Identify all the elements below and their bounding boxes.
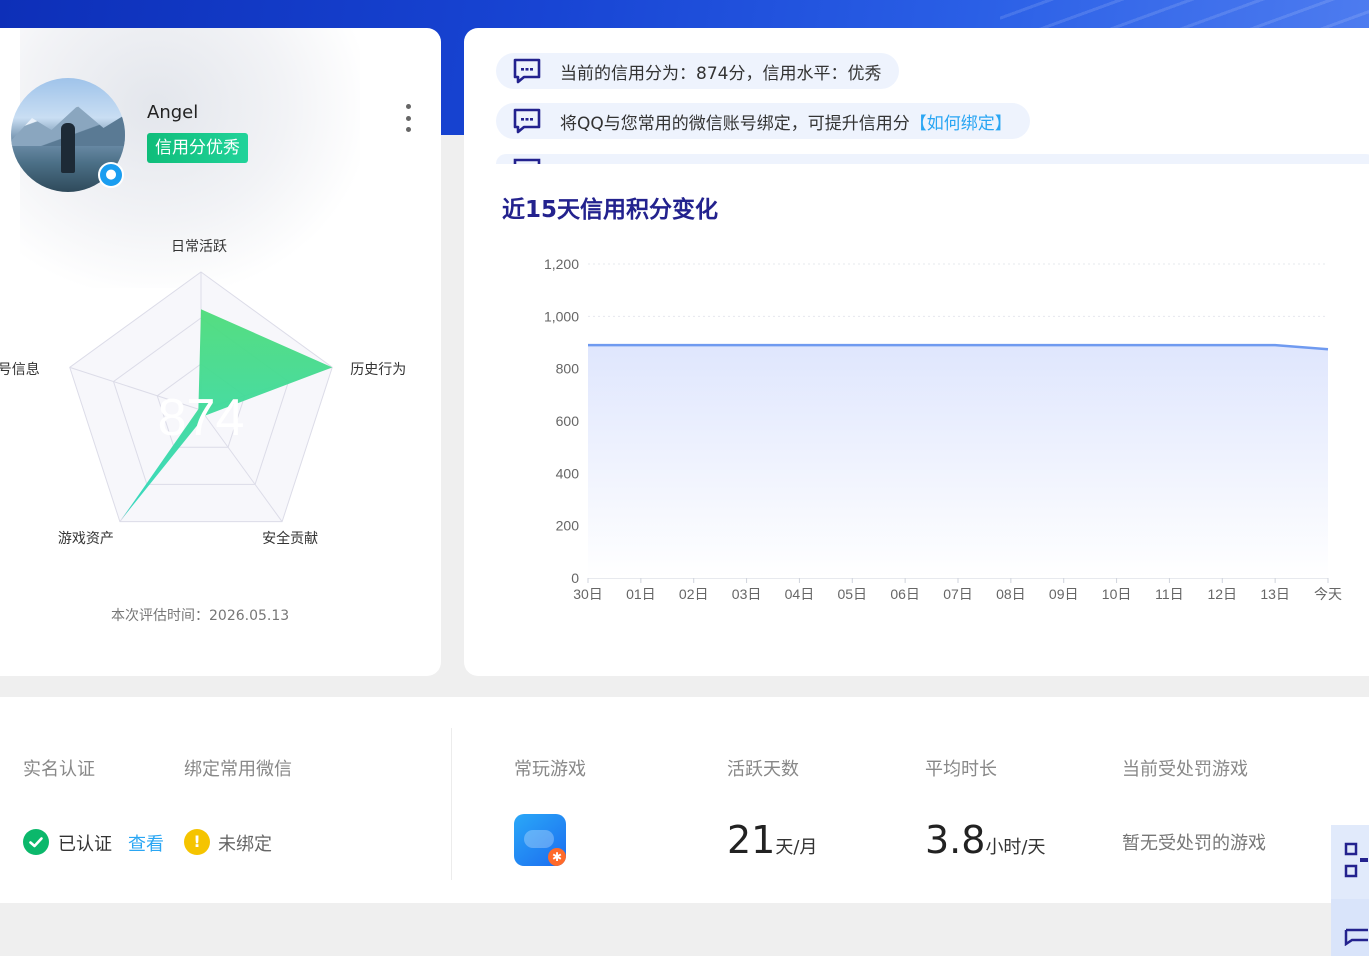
radar-label-security-contribution: 安全贡献 <box>262 530 319 547</box>
x-tick-label: 03日 <box>732 586 762 602</box>
x-tick-label: 06日 <box>890 586 920 602</box>
tip-current-score-text: 当前的信用分为：874分，信用水平：优秀 <box>560 63 882 84</box>
x-tick-label: 01日 <box>626 586 656 602</box>
x-tick-label: 11日 <box>1155 586 1184 602</box>
x-tick-label: 今天 <box>1314 586 1342 602</box>
tip-current-score: 当前的信用分为：874分，信用水平：优秀 <box>496 53 900 89</box>
x-tick-label: 10日 <box>1102 586 1132 602</box>
x-tick-label: 30日 <box>573 586 603 602</box>
avg-duration-value: 3.8小时/天 <box>925 818 1046 862</box>
active-days-value: 21天/月 <box>727 818 817 862</box>
radar-label-account-info: 账号信息 <box>0 362 40 379</box>
how-to-bind-link[interactable]: 【如何绑定】 <box>910 109 1012 134</box>
qr-code-button[interactable] <box>1331 825 1369 899</box>
warning-icon: ! <box>184 829 210 855</box>
y-tick-label: 400 <box>556 465 580 481</box>
credit-radar-chart: 874 日常活跃 历史行为 安全贡献 游戏资产 账号信息 <box>0 203 421 583</box>
message-icon <box>513 158 541 164</box>
tip-clipped <box>496 154 1369 164</box>
x-tick-label: 12日 <box>1207 586 1237 602</box>
game-app-icon[interactable]: ✱ <box>514 814 566 866</box>
panel-divider <box>451 728 452 880</box>
profile-card: ● Angel 信用分优秀 874 日常活跃 历史行为 安全贡献 游戏资产 账号… <box>0 28 441 676</box>
credit-trend-chart: 0 200 400 600 800 1,000 1,200 30日 01日 02日 03日 04日 0… <box>544 256 1342 602</box>
avg-duration-unit: 小时/天 <box>985 837 1046 858</box>
punished-games-label: 当前受处罚游戏 <box>1122 759 1248 780</box>
help-button[interactable] <box>1331 899 1369 956</box>
qq-penguin-icon: ● <box>98 162 124 188</box>
help-chat-icon <box>1344 928 1368 946</box>
x-tick-label: 02日 <box>679 586 709 602</box>
frequent-games-label: 常玩游戏 <box>514 759 586 780</box>
x-tick-label: 07日 <box>943 586 973 602</box>
wechat-label: 绑定常用微信 <box>184 759 292 780</box>
wechat-status: 未绑定 <box>218 834 272 855</box>
active-days-number: 21 <box>727 818 776 862</box>
chart-title: 近15天信用积分变化 <box>502 197 719 223</box>
realname-label: 实名认证 <box>23 759 95 780</box>
y-tick-label: 1,200 <box>544 256 579 272</box>
y-tick-label: 1,000 <box>544 308 579 324</box>
message-icon <box>513 58 541 84</box>
check-circle-icon <box>23 829 49 855</box>
more-options-icon[interactable] <box>400 104 416 132</box>
account-summary-panel <box>0 697 1369 903</box>
view-realname-link[interactable]: 查看 <box>128 830 164 856</box>
qr-code-icon <box>1344 842 1368 878</box>
avg-duration-label: 平均时长 <box>925 759 997 780</box>
radar-label-game-assets: 游戏资产 <box>57 530 114 547</box>
radar-svg: 874 <box>69 271 333 523</box>
credit-score-number: 874 <box>158 389 245 447</box>
trend-area-fill <box>588 345 1328 578</box>
tip-bind-wechat: 将QQ与您常用的微信账号绑定，可提升信用分 【如何绑定】 <box>496 103 1030 139</box>
username: Angel <box>147 102 199 123</box>
avg-duration-number: 3.8 <box>925 818 986 862</box>
punished-games-value: 暂无受处罚的游戏 <box>1122 833 1266 854</box>
realname-status: 已认证 <box>58 834 112 855</box>
evaluation-time: 本次评估时间：2026.05.13 <box>111 608 290 624</box>
radar-label-daily-activity: 日常活跃 <box>171 239 227 255</box>
active-days-label: 活跃天数 <box>727 759 799 780</box>
x-tick-label: 08日 <box>996 586 1026 602</box>
x-tick-label: 05日 <box>837 586 867 602</box>
y-tick-label: 800 <box>556 361 580 377</box>
message-icon <box>513 108 541 134</box>
y-tick-label: 600 <box>556 413 580 429</box>
credit-trend-card: 当前的信用分为：874分，信用水平：优秀 将QQ与您常用的微信账号绑定，可提升信… <box>464 28 1369 676</box>
credit-level-badge: 信用分优秀 <box>147 133 248 163</box>
y-tick-label: 0 <box>571 570 579 586</box>
x-tick-label: 04日 <box>785 586 815 602</box>
radar-label-history-behavior: 历史行为 <box>350 362 407 379</box>
x-tick-label: 13日 <box>1260 586 1290 602</box>
y-tick-label: 200 <box>556 518 580 534</box>
tip-bind-wechat-text: 将QQ与您常用的微信账号绑定，可提升信用分 <box>560 113 910 134</box>
x-tick-label: 09日 <box>1049 586 1079 602</box>
active-days-unit: 天/月 <box>775 837 818 858</box>
